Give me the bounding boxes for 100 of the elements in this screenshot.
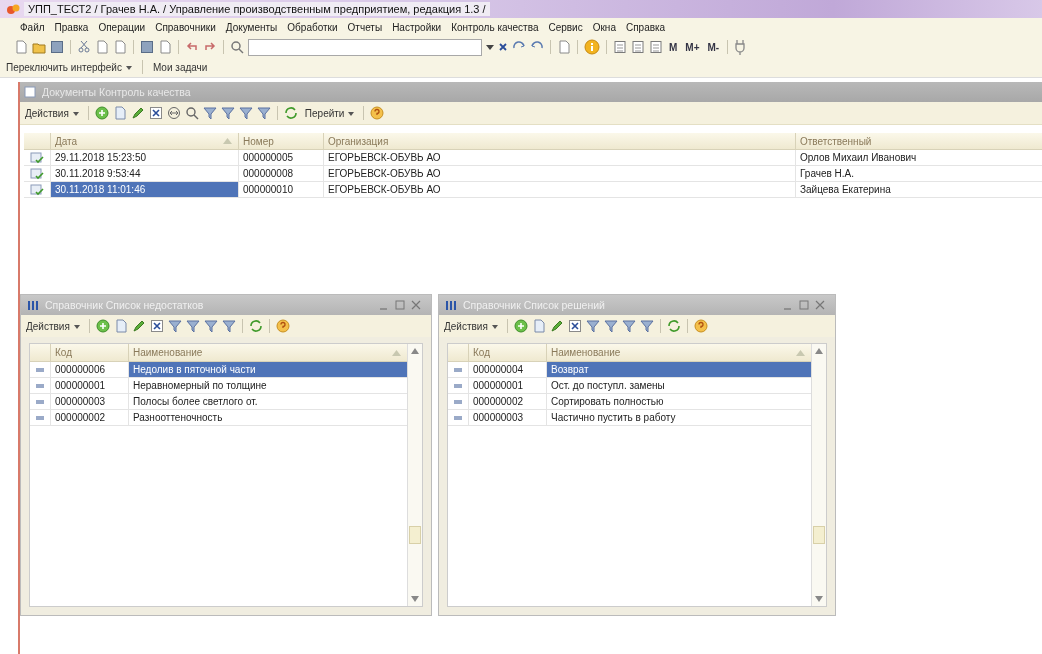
column-header[interactable]: Код [468, 344, 546, 361]
add-icon[interactable] [513, 319, 528, 333]
search-icon[interactable] [230, 40, 244, 54]
filter-icon[interactable] [220, 106, 235, 120]
column-header[interactable]: Номер [238, 133, 323, 149]
table-cell: 30.11.2018 9:53:44 [50, 166, 238, 181]
scroll-up-icon[interactable] [815, 348, 823, 354]
add-icon[interactable] [94, 106, 109, 120]
list-row[interactable]: 000000004 Возврат [448, 362, 811, 378]
scroll-thumb[interactable] [813, 526, 825, 544]
refresh-icon[interactable] [283, 106, 298, 120]
menu-item[interactable]: Документы [225, 22, 278, 33]
list-row[interactable]: 000000001 Неравномерный по толщине [30, 378, 407, 394]
goto-button[interactable]: Перейти [301, 107, 358, 119]
filter-icon[interactable] [185, 319, 200, 333]
column-header[interactable]: Ответственный [795, 133, 1035, 149]
copy-icon[interactable] [113, 319, 128, 333]
scroll-down-icon[interactable] [815, 596, 823, 602]
folder-icon[interactable] [32, 40, 46, 54]
close-icon[interactable] [815, 300, 825, 310]
menu-item[interactable]: Справка [625, 22, 666, 33]
menu-item[interactable]: Обработки [287, 22, 338, 33]
list-row[interactable]: 000000002 Сортировать полностью [448, 394, 811, 410]
menu-item[interactable]: Справочники [155, 22, 216, 33]
list-row[interactable]: 000000002 Разнооттеночность [30, 410, 407, 426]
posted-document-icon [30, 167, 44, 180]
clear-filter-icon[interactable] [639, 319, 654, 333]
list-row[interactable]: 000000003 Полосы более светлого от. [30, 394, 407, 410]
column-header[interactable]: Дата [50, 133, 238, 149]
table-cell: 000000005 [238, 150, 323, 165]
maximize-icon[interactable] [395, 300, 405, 310]
maximize-icon[interactable] [799, 300, 809, 310]
copy-icon[interactable] [531, 319, 546, 333]
filter-icon[interactable] [167, 319, 182, 333]
pencil-icon[interactable] [549, 319, 564, 333]
refresh-icon[interactable] [248, 319, 263, 333]
sort-icon [796, 349, 805, 356]
close-icon[interactable] [411, 300, 421, 310]
delete-icon[interactable] [567, 319, 582, 333]
menu-item[interactable]: Отчеты [347, 22, 383, 33]
document-row[interactable]: 30.11.2018 11:01:46 000000010 ЕГОРЬЕВСК-ОБУВЬ АО Зайцева Екатерина [24, 182, 1042, 198]
interval-icon[interactable] [166, 106, 181, 120]
list-row[interactable]: 000000006 Недолив в пяточной части [30, 362, 407, 378]
new-document-icon[interactable] [14, 40, 28, 54]
clear-icon[interactable] [498, 42, 508, 52]
info-icon[interactable] [584, 39, 600, 55]
column-header[interactable]: Код [50, 344, 128, 361]
my-tasks-button[interactable]: Мои задачи [148, 61, 212, 73]
scrollbar[interactable] [407, 344, 422, 606]
dropdown-arrow-icon[interactable] [486, 44, 494, 50]
memory-button[interactable]: M- [705, 41, 722, 53]
copy-icon[interactable] [95, 40, 109, 54]
copy-icon[interactable] [112, 106, 127, 120]
scrollbar[interactable] [811, 344, 826, 606]
clear-filter-icon[interactable] [256, 106, 271, 120]
scroll-thumb[interactable] [409, 526, 421, 544]
list-row[interactable]: 000000001 Ост. до поступл. замены [448, 378, 811, 394]
pencil-icon[interactable] [130, 106, 145, 120]
actions-button[interactable]: Действия [441, 320, 501, 332]
filter-dropdown-icon[interactable] [621, 319, 636, 333]
menu-item[interactable]: Окна [592, 22, 616, 33]
save-icon[interactable] [50, 40, 64, 54]
scroll-up-icon[interactable] [411, 348, 419, 354]
add-icon[interactable] [95, 319, 110, 333]
menu-item[interactable]: Правка [54, 22, 89, 33]
filter-icon[interactable] [202, 106, 217, 120]
menu-item[interactable]: Файл [20, 22, 45, 33]
menu-item[interactable]: Операции [98, 22, 146, 33]
filter-icon[interactable] [585, 319, 600, 333]
item-icon [454, 415, 462, 420]
clear-filter-icon[interactable] [221, 319, 236, 333]
document-row[interactable]: 29.11.2018 15:23:50 000000005 ЕГОРЬЕВСК-ОБУВЬ АО Орлов Михаил Иванович [24, 150, 1042, 166]
filter-dropdown-icon[interactable] [203, 319, 218, 333]
actions-button[interactable]: Действия [22, 107, 82, 119]
search-icon[interactable] [184, 106, 199, 120]
menu-item[interactable]: Контроль качества [451, 22, 539, 33]
help-icon[interactable] [693, 319, 708, 333]
help-icon[interactable] [370, 106, 385, 120]
refresh-icon[interactable] [666, 319, 681, 333]
list-row[interactable]: 000000003 Частично пустить в работу [448, 410, 811, 426]
delete-icon[interactable] [148, 106, 163, 120]
filter-icon[interactable] [603, 319, 618, 333]
memory-button[interactable]: M [667, 41, 680, 53]
menu-item[interactable]: Настройки [392, 22, 442, 33]
print-preview-icon[interactable] [158, 40, 172, 54]
menu-item[interactable]: Сервис [548, 22, 583, 33]
memory-button[interactable]: M+ [683, 41, 702, 53]
delete-icon[interactable] [149, 319, 164, 333]
scissors-icon[interactable] [77, 40, 91, 54]
help-icon[interactable] [275, 319, 290, 333]
plug-icon[interactable] [734, 39, 747, 55]
document-icon[interactable] [557, 40, 571, 54]
search-field[interactable] [248, 38, 482, 56]
pencil-icon[interactable] [131, 319, 146, 333]
table-cell: 000000001 [468, 378, 546, 393]
column-header[interactable]: Организация [323, 133, 795, 149]
actions-button[interactable]: Действия [23, 320, 83, 332]
filter-dropdown-icon[interactable] [238, 106, 253, 120]
switch-interface-button[interactable]: Переключить интерфейс [2, 61, 136, 73]
scroll-down-icon[interactable] [411, 596, 419, 602]
